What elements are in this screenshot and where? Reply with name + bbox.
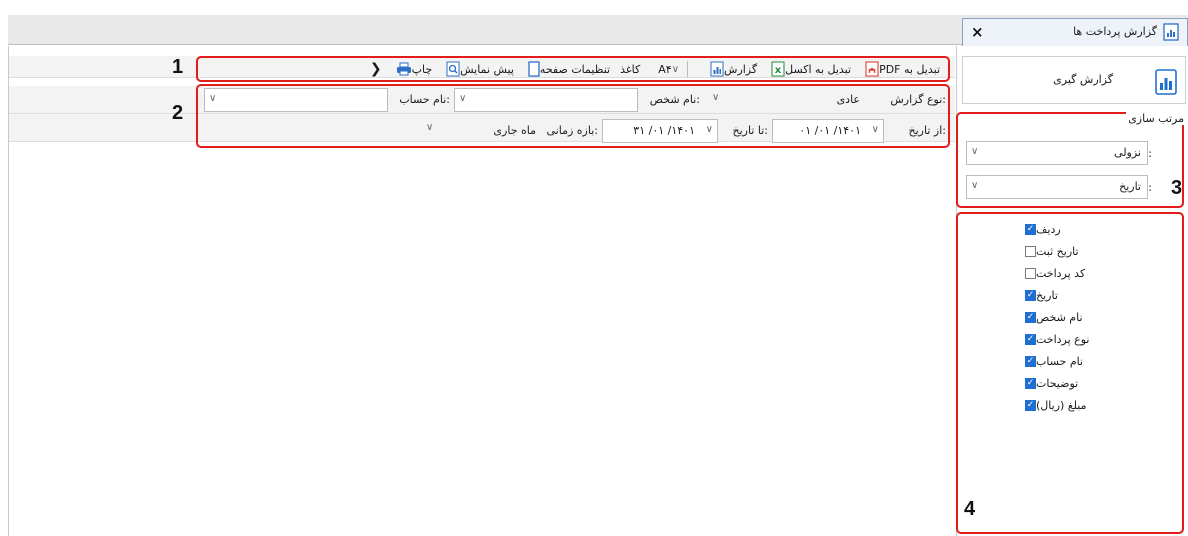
pdf-label: تبدیل به PDF [879, 62, 940, 76]
chevron-down-icon: ∨ [971, 146, 979, 157]
column-label: نام حساب [1036, 354, 1084, 368]
marker-3: 3 [1171, 177, 1183, 199]
tab-payment-reports[interactable]: × گزارش پرداخت ها [962, 18, 1188, 46]
preview-icon [446, 61, 460, 77]
column-label: مبلغ (ریال) [1036, 398, 1087, 412]
print-label: چاپ [411, 62, 433, 76]
printer-icon [396, 62, 412, 76]
paper-value: A۴ [658, 62, 672, 76]
close-icon[interactable]: × [971, 23, 984, 41]
column-item[interactable]: نام شخص [1020, 306, 1180, 328]
paper-select[interactable]: کاغذ A۴ ∨ [616, 63, 679, 76]
chevron-down-icon: ∨ [971, 180, 979, 191]
excel-button[interactable]: x تبدیل به اکسل [767, 61, 851, 77]
sort-by-value: تاریخ [1119, 180, 1141, 193]
column-label: تاریخ ثبت [1036, 244, 1079, 258]
sorting-title: مرتب سازی [1126, 112, 1186, 125]
column-item[interactable]: مبلغ (ریال) [1020, 394, 1180, 416]
checkbox[interactable] [1025, 311, 1036, 323]
column-label: ردیف [1036, 222, 1061, 236]
chevron-down-icon: ∨ [705, 124, 713, 135]
toolbar-separator [687, 61, 689, 77]
column-label: توضیحات [1036, 376, 1079, 390]
to-date-label: تا تاریخ: [732, 124, 768, 137]
checkbox[interactable] [1025, 223, 1036, 235]
chevron-down-icon: ∨ [209, 93, 217, 104]
column-item[interactable]: نوع پرداخت [1020, 328, 1180, 350]
account-name-label: نام حساب: [399, 93, 450, 106]
page-settings-button[interactable]: تنظیمات صفحه [524, 61, 610, 77]
back-button[interactable]: ❮ [370, 61, 382, 77]
checkbox[interactable] [1025, 377, 1036, 389]
pdf-icon [865, 61, 879, 77]
chevron-down-icon[interactable]: ∨ [712, 92, 719, 103]
checkbox[interactable] [1025, 355, 1036, 367]
page-icon [528, 61, 540, 77]
checkbox[interactable] [1025, 289, 1036, 301]
column-item[interactable]: توضیحات [1020, 372, 1180, 394]
report-file-icon [710, 61, 724, 77]
to-date-input[interactable]: ∨ ۱۴۰۱/ ۰۱/ ۳۱ [602, 119, 718, 143]
paper-label: کاغذ [620, 62, 641, 76]
report-type-label: نوع گزارش: [890, 93, 946, 106]
to-date-value: ۱۴۰۱/ ۰۱/ ۳۱ [633, 124, 695, 137]
column-label: کد پرداخت [1036, 266, 1086, 280]
column-label: تاریخ [1036, 288, 1058, 302]
marker-1: 1 [172, 56, 184, 78]
preview-label: پیش نمایش [460, 62, 514, 76]
svg-text:x: x [775, 65, 782, 76]
back-arrow-icon: ❮ [369, 61, 382, 77]
report-button[interactable]: گزارش [706, 61, 757, 77]
checkbox[interactable] [1025, 333, 1036, 345]
chevron-down-icon[interactable]: ∨ [426, 122, 433, 133]
toolbar: ❮ چاپ پیش نمایش تنظیمات صفحه کاغذ A۴ ∨ گ… [360, 59, 940, 79]
report-file-icon [1163, 23, 1179, 44]
from-date-value: ۱۴۰۱/ ۰۱/ ۰۱ [799, 124, 861, 137]
column-list: ردیف تاریخ ثبت کد پرداخت تاریخ نام شخص ن… [1020, 218, 1180, 416]
from-date-input[interactable]: ∨ ۱۴۰۱/ ۰۱/ ۰۱ [772, 119, 884, 143]
column-label: نوع پرداخت [1036, 332, 1090, 346]
preview-button[interactable]: پیش نمایش [442, 61, 514, 77]
column-label: نام شخص [1036, 310, 1083, 324]
period-value[interactable]: ماه جاری [493, 124, 536, 137]
marker-2: 2 [172, 102, 184, 124]
report-type-value[interactable]: عادی [837, 93, 860, 106]
page-settings-label: تنظیمات صفحه [539, 62, 611, 76]
tab-title: گزارش پرداخت ها [1073, 25, 1157, 38]
checkbox[interactable] [1025, 245, 1036, 257]
person-name-label: نام شخص: [649, 93, 700, 106]
excel-label: تبدیل به اکسل [785, 62, 852, 76]
column-item[interactable]: کد پرداخت [1020, 262, 1180, 284]
from-date-label: از تاریخ: [908, 124, 946, 137]
order-value: نزولی [1114, 146, 1141, 159]
report-label: گزارش [724, 62, 758, 76]
print-button[interactable]: چاپ [392, 62, 433, 76]
pdf-button[interactable]: تبدیل به PDF [861, 61, 940, 77]
column-item[interactable]: تاریخ ثبت [1020, 240, 1180, 262]
generate-report-button[interactable]: گزارش گیری [962, 56, 1186, 104]
chevron-down-icon: ∨ [459, 93, 467, 104]
person-name-select[interactable]: ∨ [454, 88, 638, 112]
chart-report-icon [1155, 69, 1177, 98]
column-item[interactable]: تاریخ [1020, 284, 1180, 306]
sort-by-select[interactable]: ∨ تاریخ [966, 175, 1148, 199]
period-label: بازه زمانی: [546, 124, 599, 137]
order-select[interactable]: ∨ نزولی [966, 141, 1148, 165]
column-item[interactable]: نام حساب [1020, 350, 1180, 372]
account-name-select[interactable]: ∨ [204, 88, 388, 112]
marker-4: 4 [964, 498, 976, 520]
chevron-down-icon: ∨ [871, 124, 879, 135]
checkbox[interactable] [1025, 267, 1036, 279]
column-item[interactable]: ردیف [1020, 218, 1180, 240]
chevron-down-icon: ∨ [671, 63, 680, 75]
generate-report-label: گزارش گیری [1053, 73, 1113, 86]
excel-icon: x [771, 61, 785, 77]
checkbox[interactable] [1025, 399, 1036, 411]
